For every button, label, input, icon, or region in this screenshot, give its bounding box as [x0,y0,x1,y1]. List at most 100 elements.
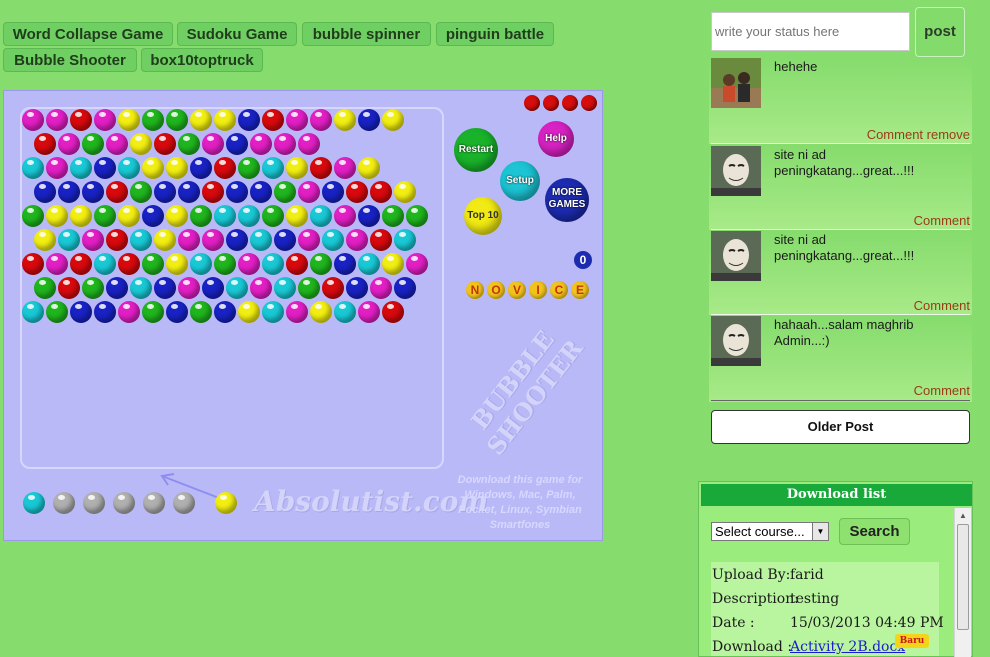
scroll-up-icon[interactable]: ▲ [957,510,969,522]
older-post-button[interactable]: Older Post [711,410,970,444]
bubble [286,301,308,323]
avatar [711,231,761,281]
bubble [238,253,260,275]
tab-sudoku[interactable]: Sudoku Game [177,22,297,46]
bubble [274,229,296,251]
download-file-link[interactable]: Activity 2B.docx [790,639,905,655]
tab-box10toptruck[interactable]: box10toptruck [141,48,263,72]
setup-button[interactable]: Setup [500,161,540,201]
restart-button[interactable]: Restart [454,128,498,172]
bubble [394,277,416,299]
bubble [382,253,404,275]
date-value: 15/03/2013 04:49 PM [790,615,944,631]
bubble [226,181,248,203]
date-label: Date : [712,615,755,631]
comment-link[interactable]: Comment [914,213,970,228]
bubble [286,253,308,275]
bubble [358,253,380,275]
bubble [34,181,56,203]
bubble [58,133,80,155]
bubble [166,301,188,323]
music-button[interactable] [562,95,578,111]
close-game-button[interactable] [581,95,597,111]
score-display: 0 [574,251,592,269]
bubble [322,277,344,299]
bubble [286,157,308,179]
bubble [82,181,104,203]
divider [711,400,970,401]
course-select[interactable]: Select course... ▼ [711,522,829,541]
status-input[interactable] [711,12,910,51]
bubble [310,205,332,227]
level-letter: N [466,281,484,299]
bubble [70,109,92,131]
sound-button[interactable] [543,95,559,111]
bubble [22,157,44,179]
bubble [118,109,140,131]
new-badge: Baru [895,634,929,648]
feed-item: hahaah...salam maghrib Admin...:) Commen… [709,316,972,402]
tab-word-collapse[interactable]: Word Collapse Game [3,22,173,46]
feed-message: site ni ad peningkatang...great...!!! [774,232,915,263]
bubble [238,205,260,227]
help-button[interactable]: Help [538,121,574,157]
bubble [298,277,320,299]
top10-button[interactable]: Top 10 [464,197,502,235]
queued-bubble [173,492,195,514]
search-button[interactable]: Search [839,518,910,545]
bubble [202,181,224,203]
upload-by-label: Upload By: [712,567,791,583]
bubble [370,229,392,251]
tab-bubble-spinner[interactable]: bubble spinner [302,22,431,46]
bubble [46,109,68,131]
comment-link[interactable]: Comment [914,298,970,313]
bubble [166,157,188,179]
feed-message: site ni ad peningkatang...great...!!! [774,147,915,178]
download-label: Download : [712,639,793,655]
bubble [262,157,284,179]
bubble [106,133,128,155]
bubble-shooter-game[interactable]: Restart Help Setup MORE GAMES Top 10 0 N… [3,90,603,541]
bubble [154,133,176,155]
post-button[interactable]: post [915,7,965,57]
tab-pinguin-battle[interactable]: pinguin battle [436,22,554,46]
comment-remove-link[interactable]: Comment remove [867,127,970,142]
bubble [334,253,356,275]
download-scrollbar[interactable]: ▲ [954,508,971,657]
bubble [46,253,68,275]
bubble [154,181,176,203]
bubble [34,133,56,155]
more-games-button[interactable]: MORE GAMES [545,178,589,222]
bubble [58,181,80,203]
bubble [190,109,212,131]
level-letter: C [550,281,568,299]
bubble [238,301,260,323]
scroll-thumb[interactable] [957,524,969,630]
bubble-shooter-logo: BUBBLE SHOOTER [465,325,589,461]
tab-bubble-shooter[interactable]: Bubble Shooter [3,48,137,72]
bubble [238,157,260,179]
queued-bubble [83,492,105,514]
comment-link[interactable]: Comment [914,383,970,398]
bubble [178,133,200,155]
bubble [178,277,200,299]
bubble [46,205,68,227]
bubble [286,109,308,131]
bubble [70,205,92,227]
bubble [142,205,164,227]
bubble [214,301,236,323]
bubble [130,133,152,155]
minimize-button[interactable] [524,95,540,111]
bubble [34,229,56,251]
bubble [166,205,188,227]
feed-message: hehehe [774,59,818,74]
bubble [22,253,44,275]
bubble [322,229,344,251]
bubble [358,109,380,131]
download-entry: Upload By: farid Description: testing Da… [711,562,944,656]
bubble [334,109,356,131]
bubble [58,277,80,299]
bubble [70,157,92,179]
download-note[interactable]: Download this game for Windows, Mac, Pal… [450,473,590,533]
bubble [226,133,248,155]
